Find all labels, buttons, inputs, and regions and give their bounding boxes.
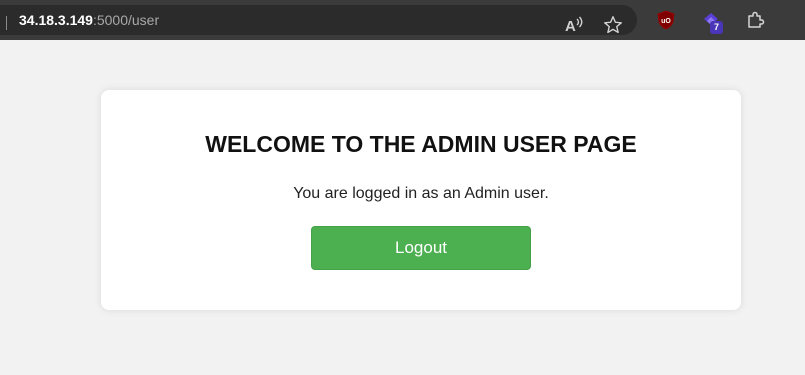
extensions-puzzle-icon[interactable] [744, 9, 766, 31]
address-bar[interactable]: 34.18.3.149:5000/user A [0, 5, 637, 35]
extension-icon[interactable]: 7 [698, 8, 724, 34]
logout-button[interactable]: Logout [311, 226, 531, 270]
browser-toolbar: 34.18.3.149:5000/user A uO 7 [0, 0, 805, 40]
svg-text:A: A [565, 18, 576, 35]
address-bar-divider [6, 16, 7, 30]
read-aloud-glyph: A [565, 16, 583, 35]
ublock-shield-glyph: uO [657, 10, 675, 30]
extension-badge-count: 7 [710, 21, 723, 34]
admin-card: WELCOME TO THE ADMIN USER PAGE You are l… [101, 90, 741, 310]
logged-in-message: You are logged in as an Admin user. [293, 185, 549, 202]
svg-text:uO: uO [661, 18, 671, 25]
url-path: :5000/user [92, 12, 160, 28]
url-text[interactable]: 34.18.3.149:5000/user [19, 12, 159, 28]
url-host: 34.18.3.149 [19, 12, 93, 28]
page-title: WELCOME TO THE ADMIN USER PAGE [205, 131, 637, 157]
star-glyph [604, 16, 622, 34]
puzzle-glyph [748, 11, 765, 28]
favorite-star-icon[interactable] [601, 13, 625, 37]
ublock-origin-icon[interactable]: uO [655, 9, 677, 31]
read-aloud-icon[interactable]: A [562, 14, 584, 36]
